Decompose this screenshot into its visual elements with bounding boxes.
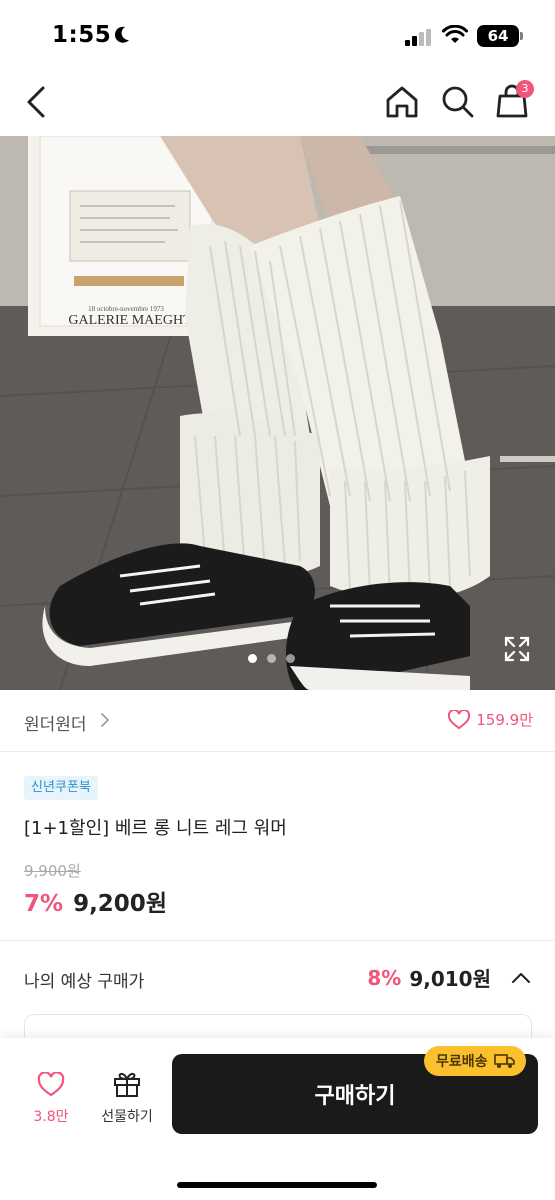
gift-icon <box>114 1072 140 1097</box>
favorite-count: 3.8만 <box>33 1109 69 1125</box>
gift-button[interactable]: 선물하기 <box>92 1070 162 1132</box>
gallery-dot[interactable] <box>286 654 295 663</box>
home-icon <box>386 86 418 118</box>
poster-caption: GALERIE MAEGHT <box>68 313 192 328</box>
expand-image-button[interactable] <box>502 634 532 664</box>
gift-label: 선물하기 <box>101 1109 153 1125</box>
expected-price-toggle[interactable]: 8% 9,010원 <box>367 963 531 992</box>
back-button[interactable] <box>18 82 54 122</box>
home-button[interactable] <box>382 82 422 122</box>
delivery-truck-icon <box>493 1054 515 1068</box>
store-like-button[interactable]: 159.9만 <box>448 709 533 730</box>
status-bar: 1:55 64 <box>0 0 555 74</box>
seller-row[interactable]: 원더원더 159.9만 <box>0 690 555 752</box>
battery-indicator: 64 <box>477 25 519 47</box>
favorite-button[interactable]: 3.8만 <box>22 1071 80 1132</box>
search-button[interactable] <box>438 82 478 122</box>
chevron-left-icon <box>27 86 45 118</box>
cart-count-badge: 3 <box>516 80 534 98</box>
product-title: [1+1할인] 베르 롱 니트 레그 워머 <box>24 818 287 839</box>
expand-icon <box>504 636 530 662</box>
sale-price: 9,200원 <box>73 891 167 917</box>
product-image[interactable]: 18 octobre-novembre 1973 GALERIE MAEGHT <box>0 136 555 690</box>
free-shipping-label: 무료배송 <box>436 1054 488 1070</box>
section-divider <box>0 940 555 941</box>
poster-subcaption: 18 octobre-novembre 1973 <box>88 305 164 313</box>
heart-icon <box>37 1071 65 1097</box>
expected-discount: 8% <box>367 965 402 990</box>
status-time: 1:55 <box>52 22 112 48</box>
product-photo: 18 octobre-novembre 1973 GALERIE MAEGHT <box>0 136 555 690</box>
battery-tip <box>520 32 523 40</box>
home-indicator <box>177 1182 377 1188</box>
gallery-dot[interactable] <box>267 654 276 663</box>
coupon-tag[interactable]: 신년쿠폰북 <box>24 776 98 800</box>
gallery-dot[interactable] <box>248 654 257 663</box>
cart-button[interactable]: 3 <box>494 80 534 122</box>
heart-icon <box>448 709 471 729</box>
gallery-pagination <box>248 654 295 663</box>
chevron-right-icon <box>101 713 110 727</box>
expected-price-label: 나의 예상 구매가 <box>24 972 145 992</box>
discount-rate: 7% <box>24 891 64 917</box>
chevron-up-icon <box>512 972 530 983</box>
free-shipping-badge: 무료배송 <box>424 1046 526 1076</box>
original-price: 9,900원 <box>24 862 81 880</box>
bottom-action-bar: 3.8만 선물하기 구매하기 무료배송 <box>0 1038 555 1200</box>
expected-price: 9,010원 <box>409 967 491 991</box>
seller-name[interactable]: 원더원더 <box>24 710 87 735</box>
moon-icon <box>114 26 129 43</box>
top-nav: 3 <box>0 74 555 136</box>
price-row: 7% 9,200원 <box>24 884 167 918</box>
wifi-icon <box>442 25 468 43</box>
signal-icon <box>405 29 431 46</box>
search-icon <box>442 86 474 118</box>
store-like-count: 159.9만 <box>476 711 533 729</box>
